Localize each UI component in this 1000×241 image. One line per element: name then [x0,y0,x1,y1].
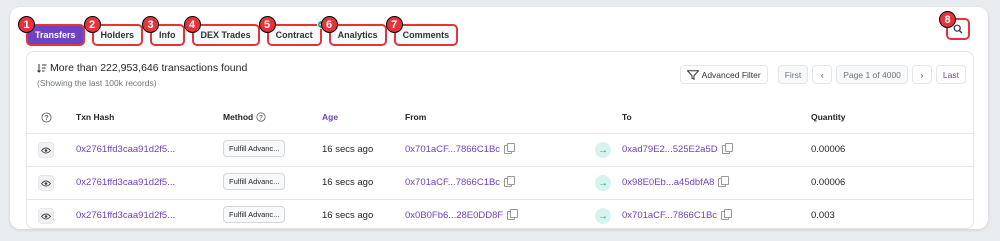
col-age[interactable]: Age [322,112,338,122]
table-row: 0x2761ffd3caa91d2f5... Fulfill Advanc...… [27,134,973,167]
tab-holders[interactable]: 2 Holders [83,16,144,46]
token-panel: 1 Transfers 2 Holders 3 Info 4 DEX Trade… [10,7,988,229]
table-row: 0x2761ffd3caa91d2f5... Fulfill Advanc...… [27,200,973,228]
col-txn-hash: Txn Hash [76,112,115,122]
annotation-badge: 6 [320,16,338,33]
tab-label: Transfers [35,30,76,40]
copy-icon[interactable] [718,176,730,187]
arrow-right-icon: → [595,175,611,191]
transactions-count: More than 222,953,646 transactions found [50,62,248,74]
tab-label: Holders [100,30,135,40]
annotation-badge: 1 [18,16,35,33]
pagination-controls: Advanced Filter First ‹ Page 1 of 4000 ›… [679,65,966,84]
txn-hash-link[interactable]: 0x2761ffd3caa91d2f5... [76,210,175,221]
svg-text:?: ? [259,114,263,121]
arrow-right-icon: → [595,208,611,224]
quantity-text: 0.00006 [811,144,846,155]
search-icon [953,24,963,34]
tab-contract[interactable]: 5 Contract ✓ [258,16,326,46]
copy-icon[interactable] [507,209,519,220]
col-method: Method ? [223,112,266,122]
arrow-right-icon: → [595,142,611,158]
copy-icon[interactable] [721,143,733,154]
copy-icon[interactable] [504,176,516,187]
annotation-badge: 2 [83,16,101,33]
quantity-text: 0.00006 [811,177,846,188]
method-badge: Fulfill Advanc... [223,140,286,157]
chevron-left-icon: ‹ [820,69,824,80]
sort-icon [37,64,47,73]
tab-dex-trades[interactable]: 4 DEX Trades [183,16,260,46]
eye-icon [41,213,51,219]
transfers-card: More than 222,953,646 transactions found… [26,51,974,229]
from-address-link[interactable]: 0x701aCF...7866C1Bc [405,144,500,155]
txn-hash-link[interactable]: 0x2761ffd3caa91d2f5... [76,144,175,155]
info-icon[interactable]: ? [256,112,266,122]
advanced-filter-label: Advanced Filter [701,69,761,80]
svg-text:?: ? [44,115,48,122]
annotation-badge: 8 [939,11,956,28]
table-header: ? Txn Hash Method ? Age From To Quantity [27,102,973,134]
col-method-label: Method [223,112,254,122]
view-details-button[interactable] [38,208,54,224]
annotation-badge: 5 [258,16,276,33]
tab-label: Info [159,30,176,40]
tab-analytics[interactable]: 6 Analytics [320,16,387,46]
tab-transfers[interactable]: 1 Transfers [18,16,85,46]
tab-info[interactable]: 3 Info [142,16,185,46]
advanced-filter-button[interactable]: Advanced Filter [679,65,768,84]
copy-icon[interactable] [504,143,516,154]
view-details-button[interactable] [38,175,54,191]
chevron-right-icon: › [920,69,924,80]
tab-label: Analytics [337,30,378,40]
method-badge: Fulfill Advanc... [223,206,286,223]
eye-icon [41,180,51,186]
view-details-button[interactable] [38,142,54,158]
table-row: 0x2761ffd3caa91d2f5... Fulfill Advanc...… [27,167,973,200]
annotation-badge: 3 [142,16,160,33]
annotation-badge: 4 [183,16,201,33]
age-text: 16 secs ago [322,144,374,155]
to-address-link[interactable]: 0xad79E2...525E2a5D [622,144,718,155]
tab-bar: 1 Transfers 2 Holders 3 Info 4 DEX Trade… [18,16,459,50]
txn-hash-link[interactable]: 0x2761ffd3caa91d2f5... [76,177,175,188]
filter-icon [686,69,699,80]
col-quantity: Quantity [811,112,846,122]
col-from: From [405,112,427,122]
eye-icon [41,147,51,153]
annotation-badge: 7 [385,16,403,33]
to-address-link[interactable]: 0x98E0Eb...a45dbfA8 [622,177,714,188]
summary: More than 222,953,646 transactions found [37,62,247,74]
search-button[interactable]: 8 [939,11,970,40]
quantity-text: 0.003 [811,210,835,221]
help-icon[interactable]: ? [41,112,52,123]
method-badge: Fulfill Advanc... [223,173,286,190]
last-page-button[interactable]: Last [935,65,966,84]
to-address-link[interactable]: 0x701aCF...7866C1Bc [622,210,717,221]
copy-icon[interactable] [721,209,733,220]
tab-comments[interactable]: 7 Comments [385,16,459,46]
from-address-link[interactable]: 0x701aCF...7866C1Bc [405,177,500,188]
from-address-link[interactable]: 0x0B0Fb6...28E0DD8F [405,210,503,221]
records-note: (Showing the last 100k records) [37,78,157,88]
page-indicator: Page 1 of 4000 [836,65,908,84]
tab-label: Contract [275,30,313,40]
tab-label: Comments [402,30,450,40]
first-page-button[interactable]: First [777,65,809,84]
tab-label: DEX Trades [200,30,251,40]
next-page-button[interactable]: › [911,65,932,84]
age-text: 16 secs ago [322,210,374,221]
col-to: To [622,112,632,122]
prev-page-button[interactable]: ‹ [812,65,833,84]
age-text: 16 secs ago [322,177,374,188]
